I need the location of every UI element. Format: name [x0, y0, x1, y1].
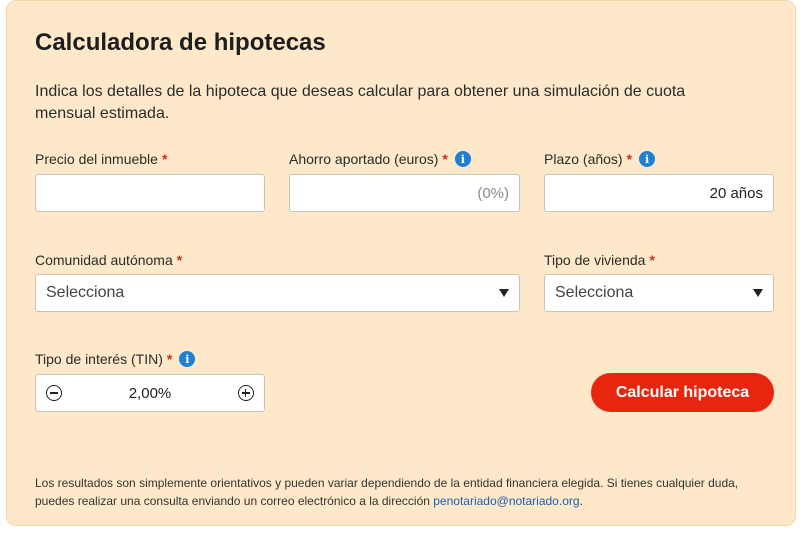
contact-email-link[interactable]: penotariado@notariado.org [433, 494, 579, 508]
term-label-text: Plazo (años) [544, 151, 623, 167]
region-selected-value: Selecciona [46, 284, 125, 301]
plus-circle-icon[interactable] [237, 385, 254, 401]
required-mark: * [161, 151, 168, 167]
term-field-wrapper [544, 174, 774, 212]
price-input[interactable] [36, 175, 264, 211]
required-mark: * [442, 151, 448, 167]
savings-label: Ahorro aportado (euros) * i [289, 151, 471, 167]
page-title: Calculadora de hipotecas [35, 29, 326, 56]
minus-circle-icon[interactable] [46, 385, 62, 401]
savings-input[interactable] [290, 175, 519, 211]
housing-type-label: Tipo de vivienda * [544, 252, 655, 268]
interest-label: Tipo de interés (TIN) * i [35, 351, 196, 367]
disclaimer-end: . [579, 494, 583, 508]
housing-type-select[interactable]: Selecciona [544, 274, 774, 312]
term-input[interactable] [545, 175, 773, 211]
mortgage-calculator-card: Calculadora de hipotecas Indica los deta… [6, 0, 796, 526]
caret-down-icon [753, 289, 763, 297]
disclaimer: Los resultados son simplemente orientati… [35, 474, 775, 510]
housing-type-label-text: Tipo de vivienda [544, 252, 646, 268]
disclaimer-text: Los resultados son simplemente orientati… [35, 476, 739, 508]
region-label-text: Comunidad autónoma [35, 252, 173, 268]
savings-field-wrapper [289, 174, 520, 212]
caret-down-icon [499, 289, 509, 297]
region-select[interactable]: Selecciona [35, 274, 520, 312]
price-label: Precio del inmueble * [35, 151, 167, 167]
term-label: Plazo (años) * i [544, 151, 656, 167]
required-mark: * [166, 351, 173, 367]
interest-label-text: Tipo de interés (TIN) [35, 351, 163, 367]
info-icon[interactable]: i [639, 151, 656, 167]
savings-label-text: Ahorro aportado (euros) [289, 151, 439, 167]
calculate-mortgage-button[interactable]: Calcular hipoteca [591, 373, 774, 412]
interest-value[interactable]: 2,00% [129, 385, 172, 402]
info-icon[interactable]: i [454, 151, 471, 167]
price-field-wrapper [35, 174, 265, 212]
required-mark: * [176, 252, 183, 268]
housing-type-selected-value: Selecciona [555, 284, 634, 301]
info-icon[interactable]: i [179, 351, 196, 367]
interest-stepper: 2,00% [35, 374, 265, 412]
required-mark: * [626, 151, 633, 167]
region-label: Comunidad autónoma * [35, 252, 182, 268]
price-label-text: Precio del inmueble [35, 151, 158, 167]
intro-text: Indica los detalles de la hipoteca que d… [35, 83, 686, 122]
required-mark: * [649, 252, 655, 268]
